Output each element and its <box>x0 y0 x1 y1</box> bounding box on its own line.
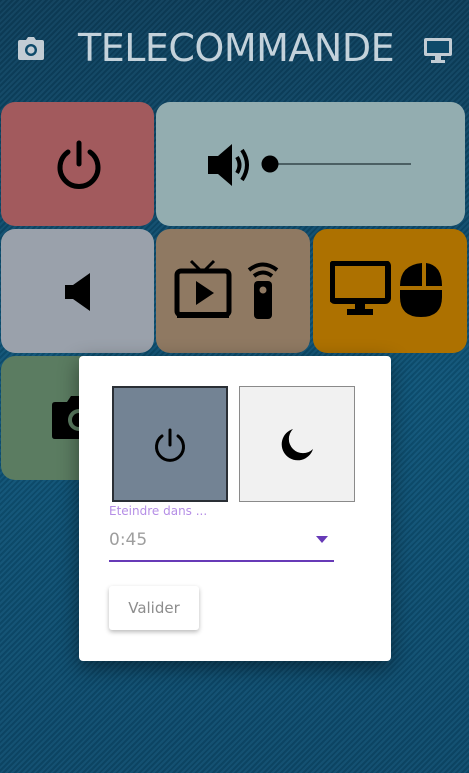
sleep-timer-button[interactable] <box>239 386 355 502</box>
mute-tile[interactable] <box>1 229 154 353</box>
volume-tile[interactable] <box>156 102 465 226</box>
tv-remote-tile[interactable] <box>156 229 310 353</box>
app-header: TELECOMMANDE <box>0 0 469 100</box>
speaker-icon <box>65 273 90 311</box>
tv-remote-icon <box>174 259 279 319</box>
power-icon <box>57 140 101 189</box>
volume-slider[interactable] <box>260 154 414 174</box>
submit-button[interactable]: Valider <box>109 586 199 630</box>
moon-icon <box>281 429 313 461</box>
shutdown-timer-dialog: Eteindre dans ... 0:45 Valider <box>79 356 391 661</box>
dropdown-arrow-icon <box>316 536 328 543</box>
power-icon <box>155 428 185 462</box>
desktop-monitor-icon[interactable] <box>423 36 453 66</box>
timer-select[interactable]: 0:45 <box>109 526 334 562</box>
volume-icon <box>208 144 249 186</box>
timer-field-label: Eteindre dans ... <box>109 504 208 518</box>
pc-tile[interactable] <box>313 229 467 353</box>
shutdown-now-button[interactable] <box>112 386 228 502</box>
power-tile[interactable] <box>1 102 154 226</box>
timer-select-value: 0:45 <box>109 530 148 550</box>
camera-icon[interactable] <box>17 36 47 66</box>
pc-mouse-icon <box>330 261 442 317</box>
page-title: TELECOMMANDE <box>78 26 395 70</box>
